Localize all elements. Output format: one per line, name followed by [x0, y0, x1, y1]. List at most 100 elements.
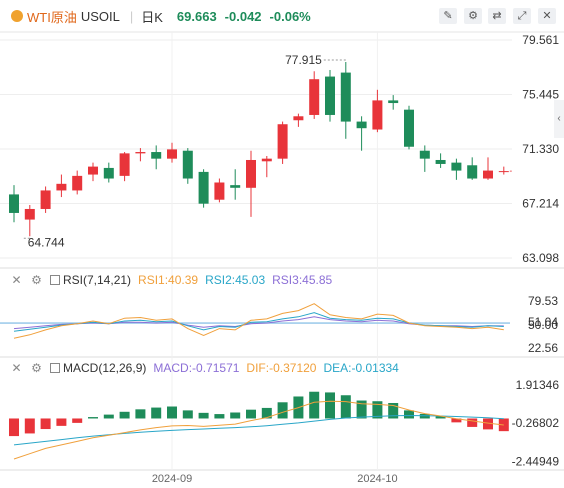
- high-price-label: 77.915: [285, 53, 322, 67]
- candle-body: [340, 72, 351, 122]
- expand-panel-icon[interactable]: ‹: [554, 100, 564, 138]
- macd-histogram-bar: [182, 410, 193, 419]
- candle-body: [261, 158, 272, 162]
- macd-histogram-bar: [246, 409, 256, 419]
- candle-body: [24, 208, 35, 220]
- dif-line: [13, 400, 504, 460]
- macd-histogram-bar: [9, 418, 19, 437]
- oil-logo-icon: [11, 10, 23, 22]
- candle-body: [103, 167, 114, 179]
- candle-body: [483, 170, 493, 179]
- macd-tick-label: -0.26802: [512, 416, 560, 430]
- macd-histogram-bar: [151, 407, 162, 419]
- rsi1-line: [13, 303, 504, 339]
- candle-body: [404, 109, 414, 147]
- candle-body: [88, 166, 98, 175]
- macd-histogram-bar: [467, 418, 478, 427]
- candle-body: [119, 153, 130, 176]
- macd-toggle-icon[interactable]: [50, 363, 60, 373]
- macd-legend: ✕ ⚙ MACD(12,26,9) MACD:-0.71571 DIF:-0.3…: [0, 360, 406, 376]
- price-change-percent: -0.06%: [269, 8, 311, 24]
- header-divider: |: [129, 8, 134, 24]
- macd-histogram-bar: [198, 412, 209, 419]
- candle-body: [246, 159, 256, 188]
- candle-body: [356, 121, 367, 129]
- candle-body: [435, 159, 446, 164]
- rsi-close-icon[interactable]: ✕: [10, 273, 23, 287]
- chart-canvas: 79.56175.44571.33067.21463.09877.91564.7…: [0, 31, 564, 485]
- candle-body: [214, 182, 225, 200]
- price-tick-label: 63.098: [522, 251, 559, 265]
- last-price: 69.663: [176, 8, 217, 24]
- macd-histogram-bar: [40, 418, 51, 430]
- rsi3-value: RSI3:45.85: [272, 273, 333, 287]
- candle-body: [277, 124, 288, 159]
- macd-histogram-bar: [135, 409, 146, 419]
- candle-body: [498, 171, 509, 173]
- candle-body: [388, 100, 399, 104]
- macd-close-icon[interactable]: ✕: [10, 361, 23, 375]
- candle-body: [309, 79, 320, 115]
- macd-histogram-bar: [88, 417, 98, 419]
- macd-histogram-bar: [230, 412, 241, 419]
- draw-icon[interactable]: ✎: [439, 8, 457, 24]
- macd-tick-label: -2.44949: [512, 455, 560, 469]
- rsi-tick-label: 79.53: [528, 294, 558, 308]
- candle-body: [56, 183, 67, 191]
- candle-body: [72, 175, 83, 191]
- macd-histogram-bar: [277, 402, 288, 419]
- fullscreen-icon[interactable]: ⤢: [513, 8, 531, 24]
- macd-histogram-bar: [56, 418, 67, 426]
- dif-value: DIF:-0.37120: [246, 361, 317, 375]
- low-price-label: 64.744: [28, 235, 65, 249]
- macd-histogram-bar: [340, 395, 351, 419]
- compare-icon[interactable]: ⇄: [488, 8, 506, 24]
- rsi-settings-icon[interactable]: ⚙: [30, 273, 43, 287]
- dea-line: [13, 414, 504, 446]
- macd-histogram-bar: [309, 391, 320, 419]
- macd-histogram-bar: [24, 418, 35, 434]
- rsi-name: RSI(7,14,21): [63, 273, 132, 287]
- symbol-code: USOIL: [80, 8, 120, 24]
- rsi2-value: RSI2:45.03: [205, 273, 266, 287]
- candle-body: [135, 152, 146, 154]
- candle-body: [372, 100, 383, 130]
- macd-histogram-bar: [214, 414, 225, 419]
- candle-body: [325, 76, 335, 115]
- candle-body: [451, 162, 462, 171]
- candle-body: [467, 165, 478, 179]
- price-tick-label: 79.561: [522, 33, 559, 47]
- rsi-legend: ✕ ⚙ RSI(7,14,21) RSI1:40.39 RSI2:45.03 R…: [0, 272, 339, 288]
- price-tick-label: 71.330: [522, 142, 559, 156]
- macd-histogram-bar: [325, 392, 335, 419]
- macd-tick-label: 1.91346: [516, 378, 560, 392]
- candle-body: [9, 194, 19, 213]
- dea-value: DEA:-0.01334: [323, 361, 399, 375]
- macd-value: MACD:-0.71571: [153, 361, 240, 375]
- candle-body: [182, 150, 193, 179]
- symbol-name: WTI原油: [27, 9, 77, 25]
- period-selector[interactable]: 日K: [141, 7, 163, 26]
- indicator-icon[interactable]: ⚙: [464, 8, 482, 24]
- macd-name: MACD(12,26,9): [63, 361, 147, 375]
- candle-body: [419, 150, 430, 159]
- rsi1-value: RSI1:40.39: [138, 273, 199, 287]
- candle-body: [230, 185, 241, 188]
- candle-body: [151, 152, 162, 159]
- candle-body: [167, 149, 177, 159]
- price-change: -0.042: [224, 8, 262, 24]
- close-icon[interactable]: ✕: [538, 8, 556, 24]
- macd-histogram-bar: [103, 414, 114, 419]
- macd-histogram-bar: [167, 406, 177, 419]
- macd-histogram-bar: [119, 411, 130, 419]
- rsi-tick-label: 50.00: [528, 318, 558, 332]
- rsi-tick-label: 22.56: [528, 341, 558, 355]
- macd-histogram-bar: [72, 418, 83, 423]
- candle-body: [40, 190, 51, 209]
- candle-body: [198, 171, 209, 204]
- macd-settings-icon[interactable]: ⚙: [30, 361, 43, 375]
- rsi-toggle-icon[interactable]: [50, 275, 60, 285]
- time-tick-label: 2024-10: [357, 473, 397, 485]
- time-tick-label: 2024-09: [152, 473, 192, 485]
- price-tick-label: 67.214: [522, 196, 559, 210]
